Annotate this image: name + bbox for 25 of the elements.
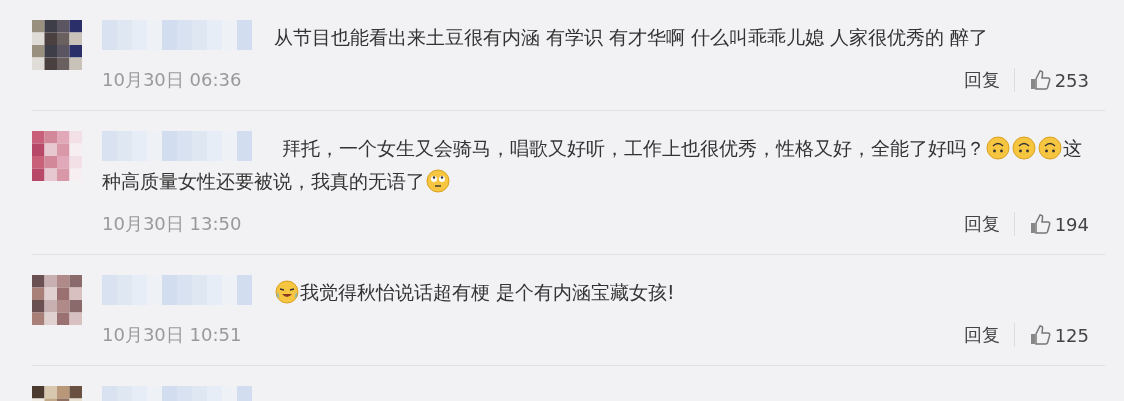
emoji-icon xyxy=(426,169,450,193)
thumbs-up-icon xyxy=(1028,324,1051,346)
comment-time: 10月30日 06:36 xyxy=(102,68,242,92)
reply-link[interactable]: 回复 xyxy=(963,68,1015,92)
comment-text: 拜托，一个女生又会骑马，唱歌又好听，工作上也很优秀，性格又好，全能了好吗？ xyxy=(282,137,985,159)
comment-text: 我觉得秋怡说话超有梗 是个有内涵宝藏女孩! xyxy=(300,281,675,303)
comment-text: 这 xyxy=(1063,137,1082,159)
avatar xyxy=(32,20,82,70)
comment-time: 10月30日 13:50 xyxy=(102,212,242,236)
emoji-icon xyxy=(986,136,1010,160)
comment-time: 10月30日 10:51 xyxy=(102,323,242,347)
emoji-icon xyxy=(1038,136,1062,160)
thumbs-up-icon xyxy=(1028,213,1051,235)
emoji-icon xyxy=(1012,136,1036,160)
comment-text: 种高质量女性还要被说，我真的无语了 xyxy=(102,170,425,192)
thumbs-up-icon xyxy=(1028,69,1051,91)
reply-link[interactable]: 回复 xyxy=(963,323,1015,347)
like-button[interactable]: 194 xyxy=(1028,213,1089,235)
avatar xyxy=(32,275,82,325)
avatar xyxy=(32,131,82,181)
like-button[interactable]: 125 xyxy=(1028,324,1089,346)
emoji-icon xyxy=(275,280,299,304)
comment-text: 从节目也能看出来土豆很有内涵 有学识 有才华啊 什么叫乖乖儿媳 人家很优秀的 醉了 xyxy=(274,26,989,48)
reply-link[interactable]: 回复 xyxy=(963,212,1015,236)
like-button[interactable]: 253 xyxy=(1028,69,1089,91)
